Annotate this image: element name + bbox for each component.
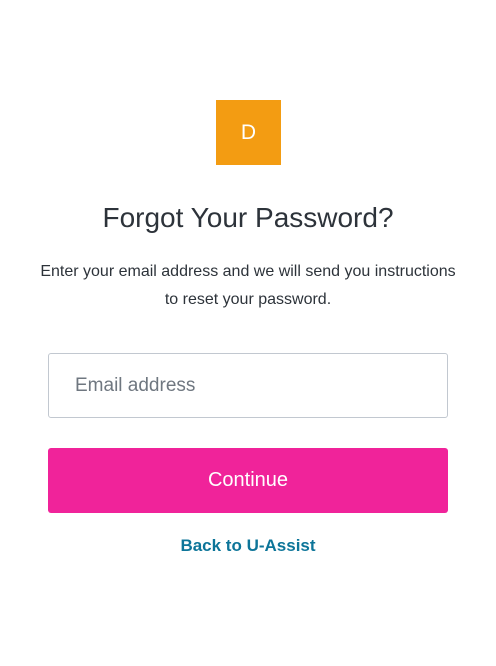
back-to-u-assist-link[interactable]: Back to U-Assist bbox=[0, 534, 496, 558]
brand-logo: D bbox=[216, 100, 281, 165]
forgot-password-page: D Forgot Your Password? Enter your email… bbox=[0, 0, 496, 666]
instructions-text: Enter your email address and we will sen… bbox=[40, 263, 456, 308]
continue-button[interactable]: Continue bbox=[48, 448, 448, 513]
logo-letter: D bbox=[240, 120, 257, 144]
page-title: Forgot Your Password? bbox=[102, 202, 394, 233]
email-input[interactable] bbox=[48, 353, 448, 418]
